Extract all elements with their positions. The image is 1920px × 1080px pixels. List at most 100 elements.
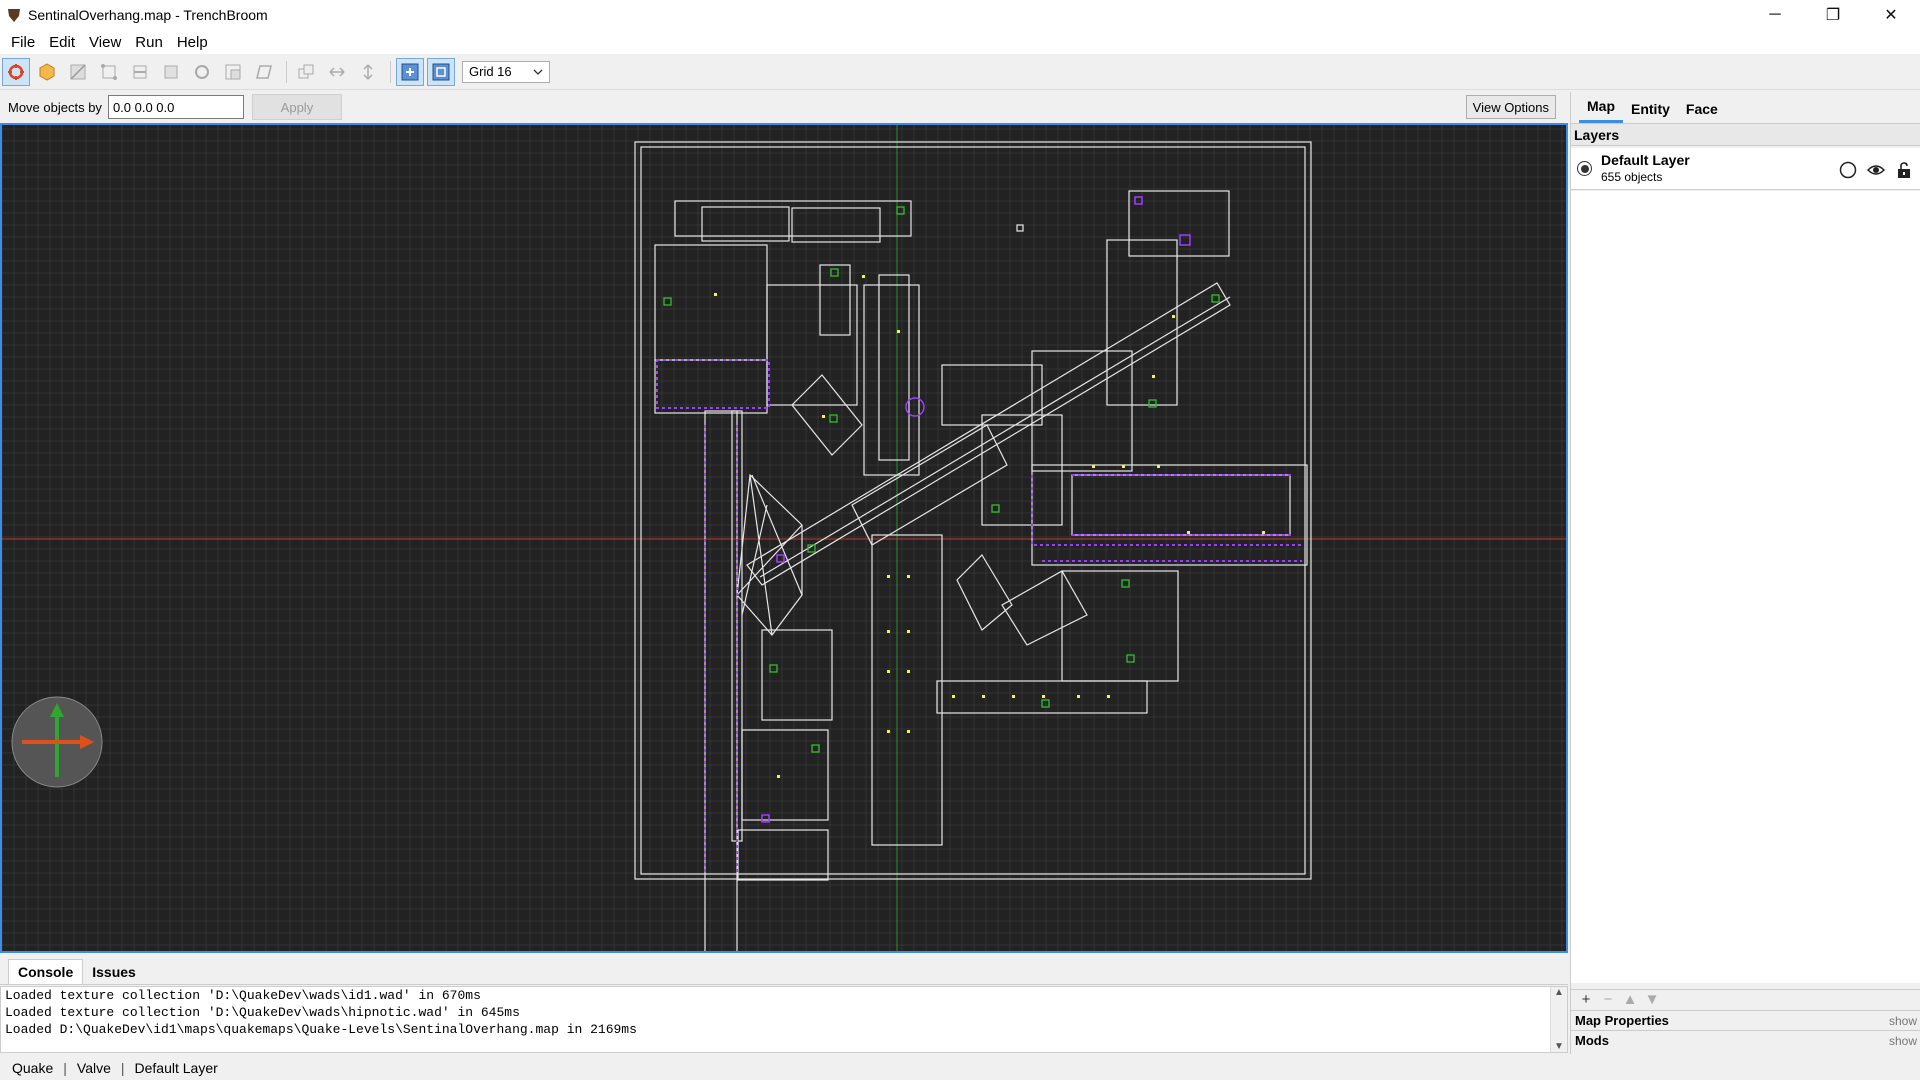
console-tab-bar: Console Issues bbox=[0, 955, 1568, 985]
tab-console[interactable]: Console bbox=[8, 959, 84, 984]
status-format: Valve bbox=[76, 1060, 111, 1076]
status-separator: | bbox=[63, 1060, 67, 1076]
tab-map[interactable]: Map bbox=[1579, 94, 1623, 123]
console-line: Loaded D:\QuakeDev\id1\maps\quakemaps\Qu… bbox=[5, 1022, 637, 1037]
edge-tool-button[interactable] bbox=[126, 58, 154, 86]
scale-tool-icon bbox=[225, 64, 241, 79]
select-tool-icon bbox=[8, 63, 24, 80]
flip-vertical-button[interactable] bbox=[354, 58, 382, 86]
status-game: Quake bbox=[12, 1060, 54, 1076]
layer-list-area bbox=[1571, 191, 1920, 983]
face-tool-icon bbox=[164, 65, 178, 78]
remove-layer-button[interactable]: − bbox=[1597, 991, 1619, 1008]
toolbar-separator bbox=[286, 60, 287, 83]
menu-view[interactable]: View bbox=[82, 34, 128, 51]
menu-edit[interactable]: Edit bbox=[42, 34, 82, 51]
circle-icon bbox=[1839, 161, 1857, 179]
radio-dot-icon bbox=[1580, 164, 1589, 173]
map-view-canvas[interactable] bbox=[2, 125, 1566, 951]
rotate-tool-icon bbox=[195, 64, 209, 79]
layer-omit-toggle[interactable] bbox=[1838, 160, 1858, 180]
layer-active-radio[interactable] bbox=[1577, 161, 1592, 176]
restore-button[interactable]: ❐ bbox=[1804, 0, 1862, 30]
console-scrollbar[interactable]: ▲ ▼ bbox=[1550, 987, 1567, 1052]
shear-tool-icon bbox=[256, 64, 272, 79]
map-properties-title: Map Properties bbox=[1575, 1013, 1669, 1028]
uv-lock-icon bbox=[432, 63, 450, 80]
scale-tool-button[interactable] bbox=[219, 58, 247, 86]
flip-horizontal-icon bbox=[329, 66, 345, 77]
layer-row-default[interactable]: Default Layer 655 objects bbox=[1571, 148, 1920, 190]
edge-tool-icon bbox=[133, 65, 147, 78]
vertex-tool-icon bbox=[101, 63, 117, 80]
map-properties-section[interactable]: Map Properties show bbox=[1571, 1010, 1920, 1030]
menu-help[interactable]: Help bbox=[170, 34, 215, 51]
duplicate-icon bbox=[298, 64, 314, 78]
select-tool-button[interactable] bbox=[2, 57, 30, 86]
move-objects-label: Move objects by bbox=[8, 99, 102, 115]
texture-lock-button[interactable] bbox=[396, 57, 424, 86]
move-offset-input[interactable] bbox=[107, 95, 244, 119]
flip-vertical-icon bbox=[363, 63, 373, 80]
unlock-icon bbox=[1898, 162, 1910, 178]
map-properties-show-link[interactable]: show bbox=[1889, 1014, 1917, 1028]
inspector-tab-bar: Map Entity Face bbox=[1571, 92, 1920, 124]
move-layer-down-button[interactable]: ▼ bbox=[1641, 991, 1663, 1008]
console-output[interactable]: Loaded texture collection 'D:\QuakeDev\w… bbox=[0, 986, 1568, 1053]
window-controls: ─ ❐ ✕ bbox=[1746, 0, 1920, 30]
menu-run[interactable]: Run bbox=[128, 34, 170, 51]
title-bar: SentinalOverhang.map - TrenchBroom ─ ❐ ✕ bbox=[0, 0, 1920, 30]
status-separator: | bbox=[120, 1060, 125, 1076]
vertex-tool-button[interactable] bbox=[95, 58, 123, 86]
grid-size-label: Grid 16 bbox=[469, 64, 512, 79]
layer-visibility-toggle[interactable] bbox=[1866, 160, 1886, 180]
scroll-up-icon[interactable]: ▲ bbox=[1554, 987, 1564, 998]
menu-bar: File Edit View Run Help bbox=[0, 30, 1920, 54]
console-line: Loaded texture collection 'D:\QuakeDev\w… bbox=[5, 1005, 520, 1020]
window-title: SentinalOverhang.map - TrenchBroom bbox=[28, 7, 268, 23]
layer-lock-toggle[interactable] bbox=[1894, 160, 1914, 180]
move-layer-up-button[interactable]: ▲ bbox=[1619, 991, 1641, 1008]
duplicate-button[interactable] bbox=[292, 58, 320, 86]
move-objects-bar: Move objects by Apply View Options bbox=[0, 92, 1568, 122]
map-viewport[interactable] bbox=[0, 123, 1568, 953]
toolbar-separator bbox=[390, 60, 391, 83]
status-layer: Default Layer bbox=[134, 1060, 218, 1076]
layer-object-count: 655 objects bbox=[1601, 170, 1663, 184]
apply-button[interactable]: Apply bbox=[251, 94, 342, 120]
brush-tool-button[interactable] bbox=[33, 58, 61, 86]
mods-title: Mods bbox=[1575, 1033, 1609, 1048]
brush-tool-icon bbox=[39, 62, 55, 81]
view-axis-compass[interactable] bbox=[10, 695, 104, 789]
close-button[interactable]: ✕ bbox=[1862, 0, 1920, 30]
shear-tool-button[interactable] bbox=[250, 58, 278, 86]
rotate-tool-button[interactable] bbox=[188, 58, 216, 86]
uv-lock-button[interactable] bbox=[427, 57, 455, 86]
eye-icon bbox=[1867, 165, 1885, 175]
mods-section[interactable]: Mods show bbox=[1571, 1030, 1920, 1050]
inspector-panel: Map Entity Face Layers Default Layer 655… bbox=[1570, 92, 1920, 1054]
texture-lock-icon bbox=[401, 63, 419, 80]
status-bar: Quake | Valve | Default Layer bbox=[0, 1056, 1920, 1080]
toolbar: Grid 16 bbox=[0, 54, 1920, 90]
tab-entity[interactable]: Entity bbox=[1623, 97, 1678, 123]
grid-size-select[interactable]: Grid 16 bbox=[462, 60, 550, 83]
mods-show-link[interactable]: show bbox=[1889, 1034, 1917, 1048]
layer-actions-bar: + − ▲ ▼ bbox=[1571, 989, 1920, 1009]
flip-horizontal-button[interactable] bbox=[323, 58, 351, 86]
view-options-button[interactable]: View Options bbox=[1465, 95, 1556, 119]
layer-name: Default Layer bbox=[1601, 152, 1690, 168]
chevron-down-icon bbox=[533, 69, 543, 75]
scroll-down-icon[interactable]: ▼ bbox=[1554, 1041, 1564, 1052]
minimize-button[interactable]: ─ bbox=[1746, 0, 1804, 30]
clip-tool-button[interactable] bbox=[64, 58, 92, 86]
tab-issues[interactable]: Issues bbox=[83, 960, 145, 984]
tab-face[interactable]: Face bbox=[1678, 97, 1726, 123]
trenchbroom-logo-icon bbox=[8, 9, 20, 22]
add-layer-button[interactable]: + bbox=[1575, 991, 1597, 1008]
console-line: Loaded texture collection 'D:\QuakeDev\w… bbox=[5, 988, 481, 1003]
face-tool-button[interactable] bbox=[157, 58, 185, 86]
menu-file[interactable]: File bbox=[4, 34, 42, 51]
clip-tool-icon bbox=[70, 63, 86, 80]
layers-section-title: Layers bbox=[1571, 124, 1920, 146]
